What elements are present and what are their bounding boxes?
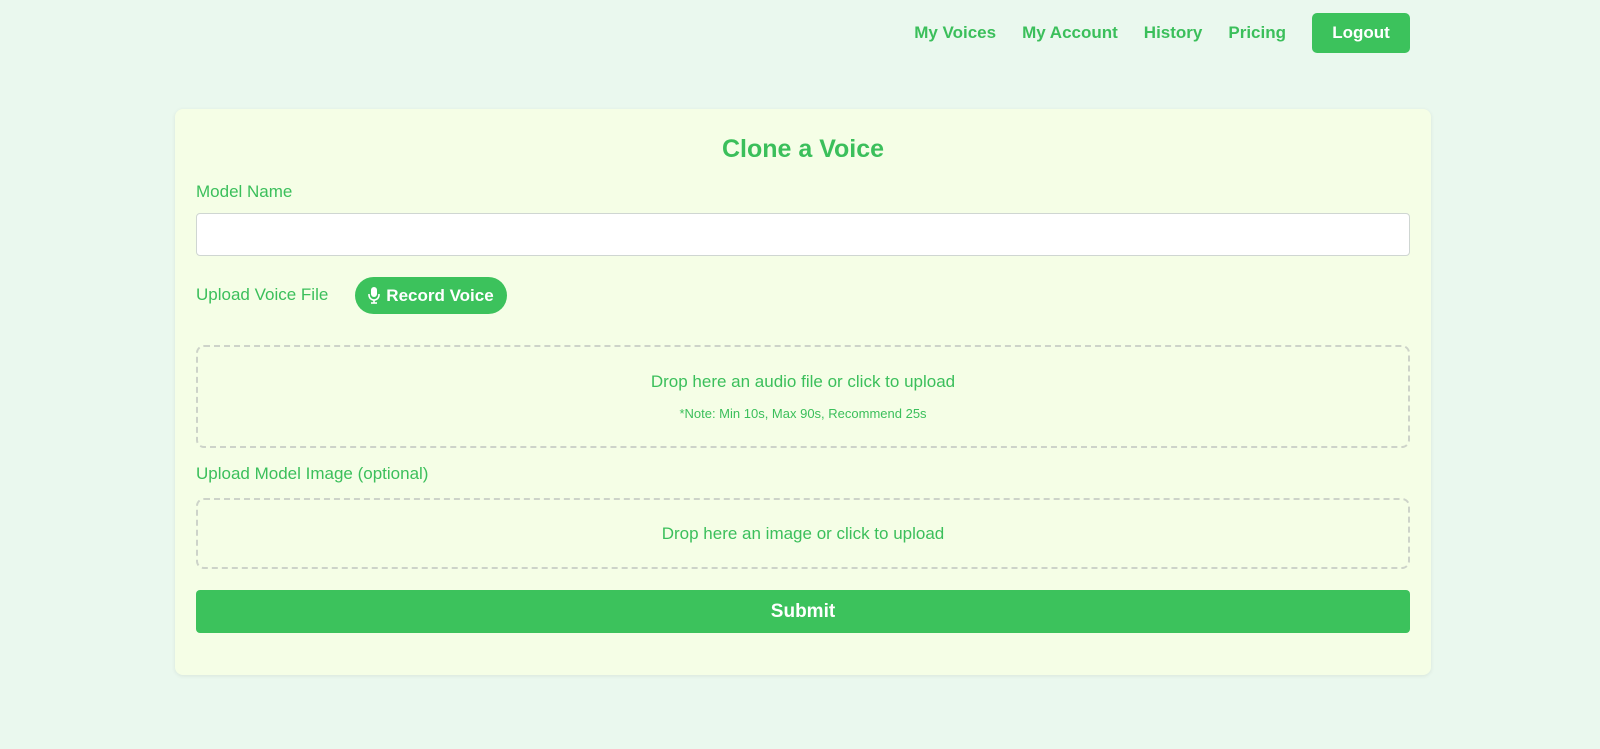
record-voice-button[interactable]: Record Voice	[355, 277, 507, 314]
microphone-icon	[368, 287, 381, 304]
record-voice-label: Record Voice	[386, 285, 494, 305]
page-title: Clone a Voice	[721, 135, 885, 163]
top-nav: My Voices My Account History Pricing Log…	[914, 13, 1410, 53]
audio-dropzone[interactable]: Drop here an audio file or click to uplo…	[196, 345, 1410, 448]
model-name-label: Model Name	[196, 182, 293, 201]
nav-link-pricing[interactable]: Pricing	[1228, 23, 1286, 43]
submit-button[interactable]: Submit	[196, 590, 1410, 633]
upload-voice-label: Upload Voice File	[196, 285, 329, 304]
image-dropzone[interactable]: Drop here an image or click to upload	[196, 498, 1410, 569]
nav-link-my-account[interactable]: My Account	[1022, 23, 1118, 43]
nav-link-history[interactable]: History	[1144, 23, 1203, 43]
logout-button[interactable]: Logout	[1312, 13, 1410, 53]
nav-link-my-voices[interactable]: My Voices	[914, 23, 996, 43]
audio-drop-note: *Note: Min 10s, Max 90s, Recommend 25s	[679, 406, 927, 421]
upload-image-label: Upload Model Image (optional)	[196, 464, 429, 483]
model-name-input[interactable]	[196, 213, 1410, 256]
image-drop-text: Drop here an image or click to upload	[661, 523, 945, 543]
audio-drop-text: Drop here an audio file or click to uplo…	[650, 372, 956, 391]
clone-voice-card: Clone a Voice Model Name Upload Voice Fi…	[175, 109, 1431, 675]
